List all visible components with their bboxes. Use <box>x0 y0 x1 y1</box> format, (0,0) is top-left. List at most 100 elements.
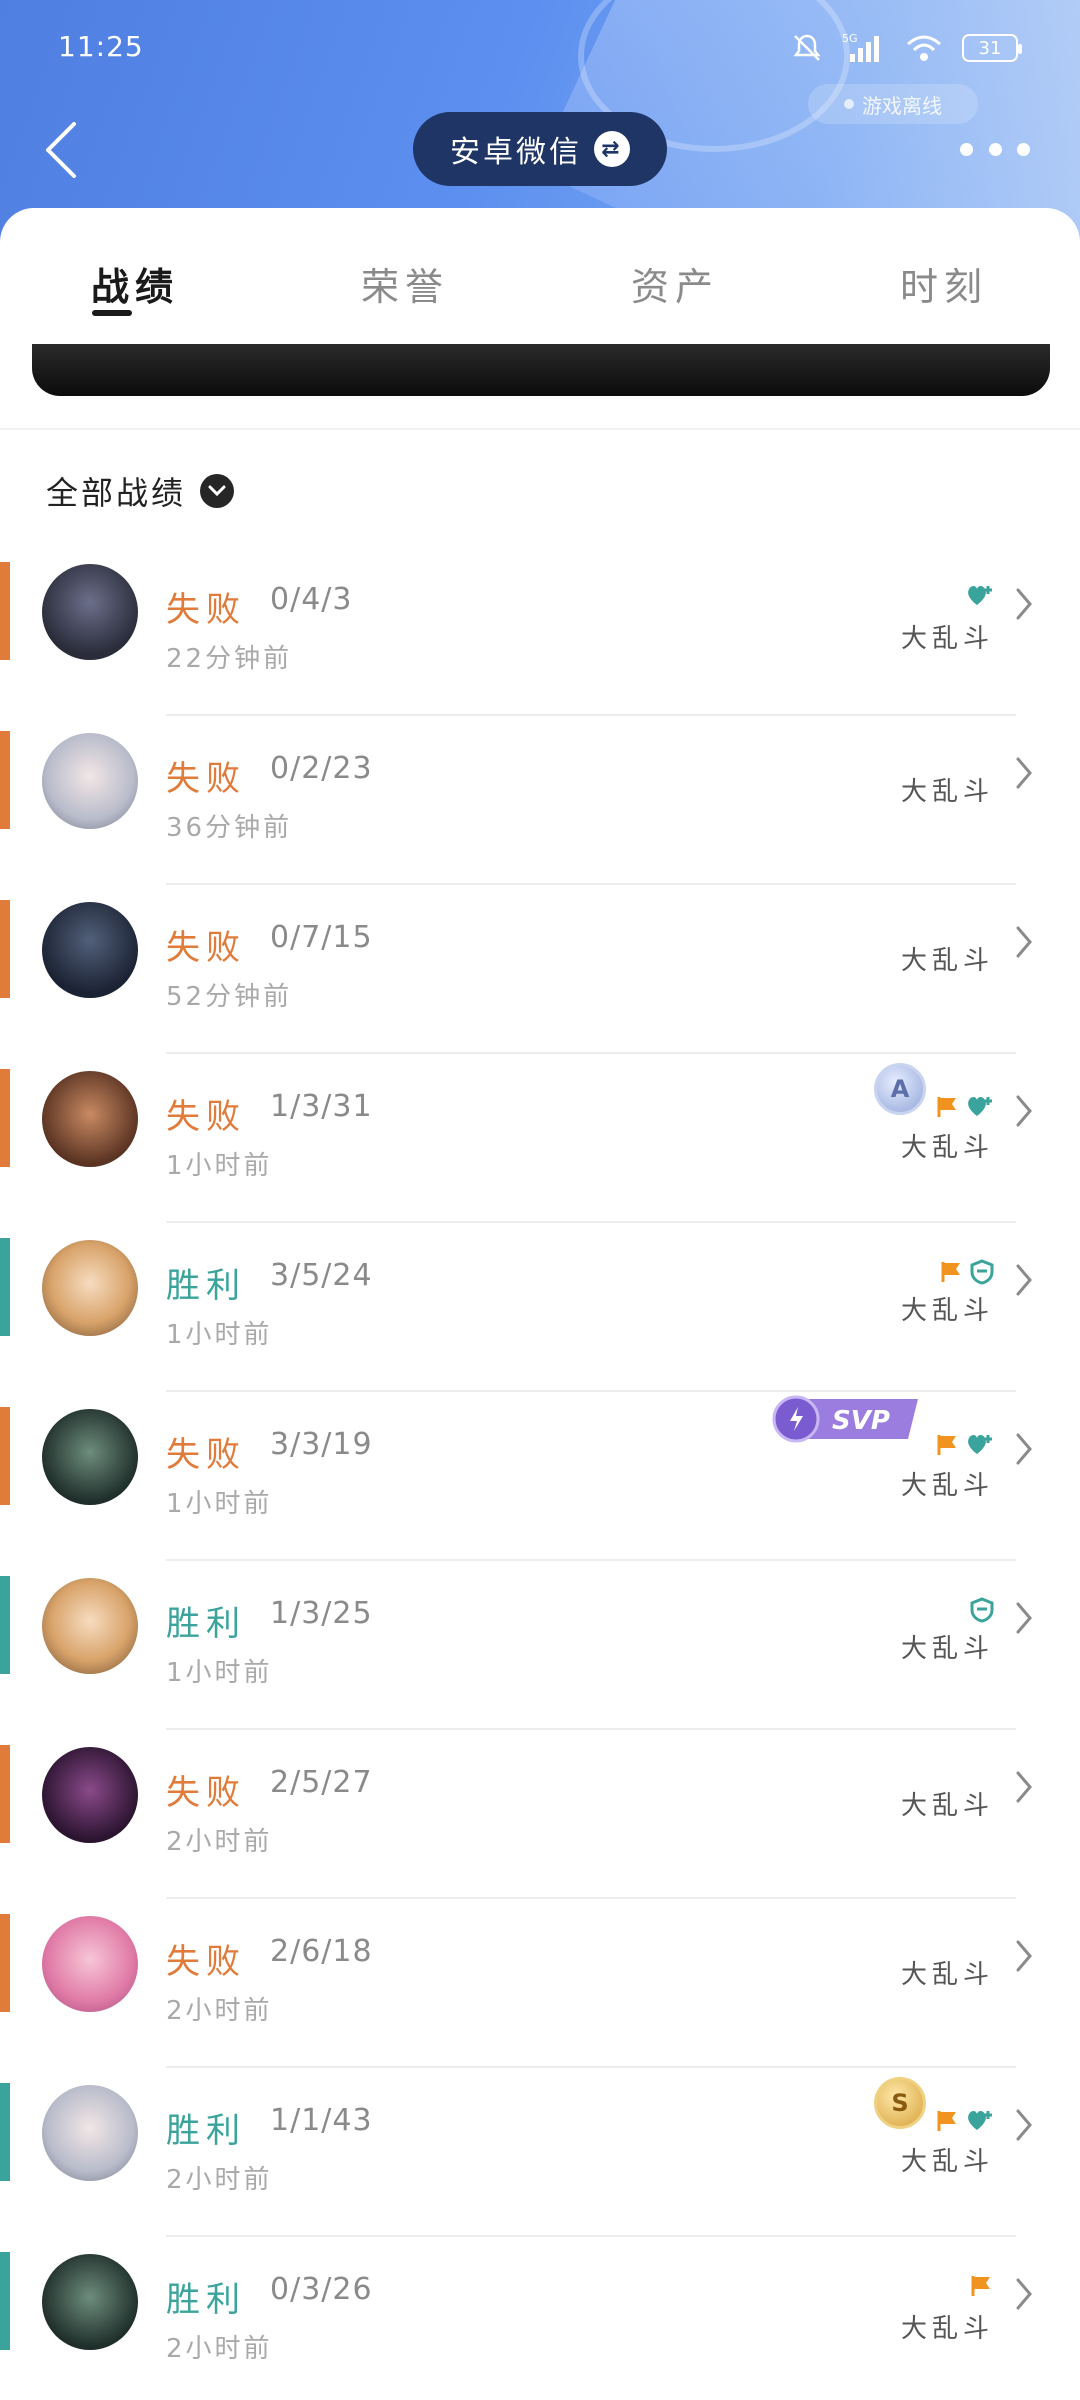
hero-avatar <box>42 733 138 829</box>
chevron-right-icon <box>1016 588 1032 620</box>
divider <box>0 428 1080 430</box>
match-row[interactable]: 失败 3/3/19 1小时前 SVP 大乱斗 <box>0 1391 1080 1561</box>
match-time: 2小时前 <box>166 1827 273 1857</box>
match-time: 2小时前 <box>166 2334 273 2364</box>
heart-plus-icon <box>968 1435 992 1454</box>
chevron-right-icon <box>1016 1264 1032 1296</box>
match-row[interactable]: 失败 0/2/23 36分钟前 大乱斗 <box>0 715 1080 885</box>
chevron-right-icon <box>1016 757 1032 789</box>
result-indicator-bar <box>0 1238 10 1336</box>
flag-icon <box>941 1262 960 1282</box>
match-kda: 0/7/15 <box>270 920 373 955</box>
match-mode: 大乱斗 <box>900 946 994 976</box>
tab-active-indicator <box>92 310 132 316</box>
match-row[interactable]: 胜利 3/5/24 1小时前 大乱斗 <box>0 1222 1080 1392</box>
more-dot-icon <box>1017 142 1030 156</box>
tab-moments[interactable]: 时刻 <box>864 256 1024 311</box>
flag-icon <box>937 1435 956 1455</box>
match-row[interactable]: 失败 2/5/27 2小时前 大乱斗 <box>0 1729 1080 1899</box>
hero-avatar <box>42 1578 138 1674</box>
match-mode: 大乱斗 <box>900 1960 994 1990</box>
hero-avatar <box>42 1916 138 2012</box>
match-time: 1小时前 <box>166 1658 273 1688</box>
match-mode: 大乱斗 <box>900 777 994 807</box>
chevron-right-icon <box>1016 926 1032 958</box>
more-dot-icon <box>960 142 973 156</box>
wifi-icon <box>907 35 941 61</box>
match-icons <box>970 2268 994 2304</box>
hero-avatar <box>42 1240 138 1336</box>
svg-text:5G: 5G <box>842 32 858 45</box>
chevron-right-icon <box>1016 1771 1032 1803</box>
chevron-left-icon <box>46 122 76 178</box>
tab-bar: 战绩 荣誉 资产 时刻 <box>0 208 1080 344</box>
match-row[interactable]: 胜利 1/3/25 1小时前 大乱斗 <box>0 1560 1080 1730</box>
result-indicator-bar <box>0 1745 10 1843</box>
flag-icon <box>937 1097 956 1117</box>
bell-muted-icon <box>793 34 821 61</box>
match-mode: 大乱斗 <box>900 1296 994 1326</box>
match-icons <box>970 1592 994 1628</box>
banner-image[interactable] <box>32 344 1050 396</box>
result-indicator-bar <box>0 562 10 660</box>
result-indicator-bar <box>0 1914 10 2012</box>
match-kda: 0/3/26 <box>270 2272 373 2307</box>
more-button[interactable] <box>960 136 1030 162</box>
account-switch-button[interactable]: 安卓微信 ⇄ <box>413 112 667 186</box>
chevron-right-icon <box>1016 1602 1032 1634</box>
record-filter-dropdown[interactable]: 全部战绩 <box>46 466 235 516</box>
match-row[interactable]: 失败 0/4/3 22分钟前 大乱斗 <box>0 546 1080 716</box>
match-row[interactable]: 胜利 0/3/26 2小时前 大乱斗 <box>0 2236 1080 2400</box>
flag-icon <box>971 2276 990 2296</box>
hero-avatar <box>42 902 138 998</box>
match-row[interactable]: 胜利 1/1/43 2小时前 S 大乱斗 <box>0 2067 1080 2237</box>
match-result: 失败 <box>166 1773 246 1813</box>
match-kda: 0/2/23 <box>270 751 373 786</box>
match-result: 失败 <box>166 1097 246 1137</box>
heart-plus-icon <box>968 2111 992 2130</box>
match-icons <box>936 1427 994 1463</box>
tab-assets[interactable]: 资产 <box>595 256 755 311</box>
match-row[interactable]: 失败 2/6/18 2小时前 大乱斗 <box>0 1898 1080 2068</box>
chevron-right-icon <box>1016 1433 1032 1465</box>
match-result: 胜利 <box>166 1266 246 1306</box>
heart-plus-icon <box>968 1097 992 1116</box>
match-row[interactable]: 失败 0/7/15 52分钟前 大乱斗 <box>0 884 1080 1054</box>
result-indicator-bar <box>0 1069 10 1167</box>
match-kda: 2/6/18 <box>270 1934 373 1969</box>
signal-icon: 5G <box>842 32 879 62</box>
match-time: 1小时前 <box>166 1151 273 1181</box>
match-result: 失败 <box>166 1942 246 1982</box>
match-icons <box>966 578 994 614</box>
match-kda: 2/5/27 <box>270 1765 373 1800</box>
status-icons: 5G 31 <box>790 28 1022 68</box>
hero-avatar <box>42 1747 138 1843</box>
result-indicator-bar <box>0 900 10 998</box>
match-mode: 大乱斗 <box>900 624 994 654</box>
match-result: 失败 <box>166 590 246 630</box>
match-kda: 1/3/25 <box>270 1596 373 1631</box>
tab-records[interactable]: 战绩 <box>55 256 215 311</box>
match-time: 22分钟前 <box>166 644 293 674</box>
offline-status-badge: 游戏离线 <box>808 84 978 124</box>
svp-label: SVP <box>832 1406 890 1436</box>
match-time: 2小时前 <box>166 2165 273 2195</box>
result-indicator-bar <box>0 1576 10 1674</box>
match-row[interactable]: 失败 1/3/31 1小时前 A 大乱斗 <box>0 1053 1080 1223</box>
match-mode: 大乱斗 <box>900 1133 994 1163</box>
match-result: 胜利 <box>166 2280 246 2320</box>
result-indicator-bar <box>0 731 10 829</box>
app-root: 11:25 5G 31 游戏离线 安卓微信 ⇄ 战绩 荣誉 资产 时刻 全部战绩… <box>0 0 1080 2400</box>
match-mode: 大乱斗 <box>900 2314 994 2344</box>
a-rating-badge: A <box>874 1063 926 1115</box>
match-kda: 1/1/43 <box>270 2103 373 2138</box>
match-time: 1小时前 <box>166 1489 273 1519</box>
match-result: 失败 <box>166 1435 246 1475</box>
back-button[interactable] <box>36 118 86 182</box>
flag-icon <box>937 2111 956 2131</box>
match-icons <box>940 1254 994 1290</box>
match-kda: 0/4/3 <box>270 582 353 617</box>
tab-honors[interactable]: 荣誉 <box>325 256 485 311</box>
status-time: 11:25 <box>58 30 144 63</box>
hero-avatar <box>42 2085 138 2181</box>
